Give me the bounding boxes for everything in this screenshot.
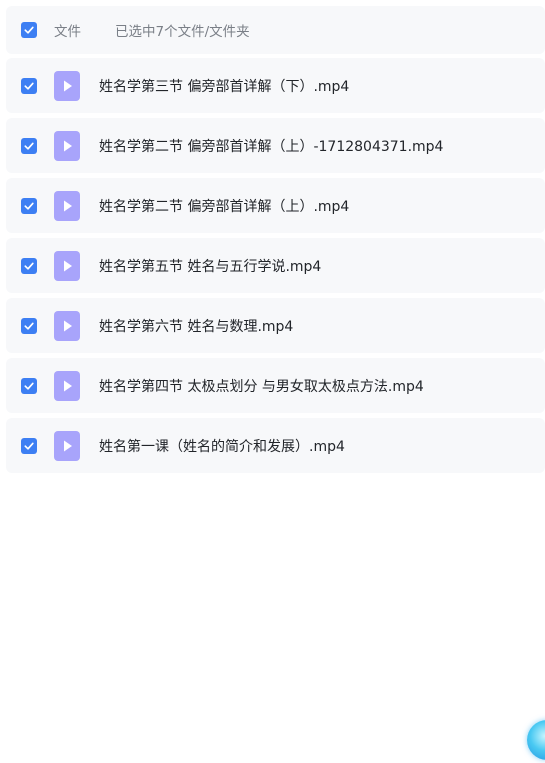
floating-assistant-button[interactable] bbox=[527, 720, 545, 760]
check-icon bbox=[24, 26, 34, 34]
video-file-icon bbox=[54, 250, 80, 281]
row-checkbox[interactable] bbox=[21, 377, 37, 394]
video-file-icon bbox=[54, 430, 80, 461]
row-checkbox[interactable] bbox=[21, 317, 37, 334]
list-item[interactable]: 姓名学第二节 偏旁部首详解（上）-1712804371.mp4 bbox=[6, 118, 545, 173]
file-name: 姓名学第三节 偏旁部首详解（下）.mp4 bbox=[99, 78, 350, 95]
check-icon bbox=[24, 382, 34, 390]
video-file-icon bbox=[54, 130, 80, 161]
list-item[interactable]: 姓名学第四节 太极点划分 与男女取太极点方法.mp4 bbox=[6, 358, 545, 413]
list-item[interactable]: 姓名第一课（姓名的简介和发展）.mp4 bbox=[6, 418, 545, 473]
column-header-file: 文件 bbox=[54, 24, 81, 40]
row-checkbox[interactable] bbox=[21, 77, 37, 94]
file-name: 姓名学第四节 太极点划分 与男女取太极点方法.mp4 bbox=[99, 378, 424, 395]
list-item[interactable]: 姓名学第六节 姓名与数理.mp4 bbox=[6, 298, 545, 353]
file-list: 姓名学第三节 偏旁部首详解（下）.mp4 姓名学第二节 偏旁部首详解（上）-17… bbox=[6, 58, 545, 478]
video-file-icon bbox=[54, 70, 80, 101]
list-item[interactable]: 姓名学第二节 偏旁部首详解（上）.mp4 bbox=[6, 178, 545, 233]
check-icon bbox=[24, 82, 34, 90]
list-header: 文件 已选中7个文件/文件夹 bbox=[6, 6, 545, 54]
list-item[interactable]: 姓名学第五节 姓名与五行学说.mp4 bbox=[6, 238, 545, 293]
video-file-icon bbox=[54, 190, 80, 221]
selection-count-text: 已选中7个文件/文件夹 bbox=[115, 24, 250, 40]
file-name: 姓名学第二节 偏旁部首详解（上）.mp4 bbox=[99, 198, 350, 215]
select-all-checkbox[interactable] bbox=[21, 22, 37, 38]
video-file-icon bbox=[54, 310, 80, 341]
check-icon bbox=[24, 142, 34, 150]
list-item[interactable]: 姓名学第三节 偏旁部首详解（下）.mp4 bbox=[6, 58, 545, 113]
file-name: 姓名第一课（姓名的简介和发展）.mp4 bbox=[99, 438, 345, 455]
file-name: 姓名学第六节 姓名与数理.mp4 bbox=[99, 318, 294, 335]
check-icon bbox=[24, 442, 34, 450]
row-checkbox[interactable] bbox=[21, 197, 37, 214]
check-icon bbox=[24, 202, 34, 210]
check-icon bbox=[24, 262, 34, 270]
row-checkbox[interactable] bbox=[21, 257, 37, 274]
file-name: 姓名学第五节 姓名与五行学说.mp4 bbox=[99, 258, 322, 275]
row-checkbox[interactable] bbox=[21, 137, 37, 154]
video-file-icon bbox=[54, 370, 80, 401]
row-checkbox[interactable] bbox=[21, 437, 37, 454]
check-icon bbox=[24, 322, 34, 330]
file-name: 姓名学第二节 偏旁部首详解（上）-1712804371.mp4 bbox=[99, 138, 444, 155]
